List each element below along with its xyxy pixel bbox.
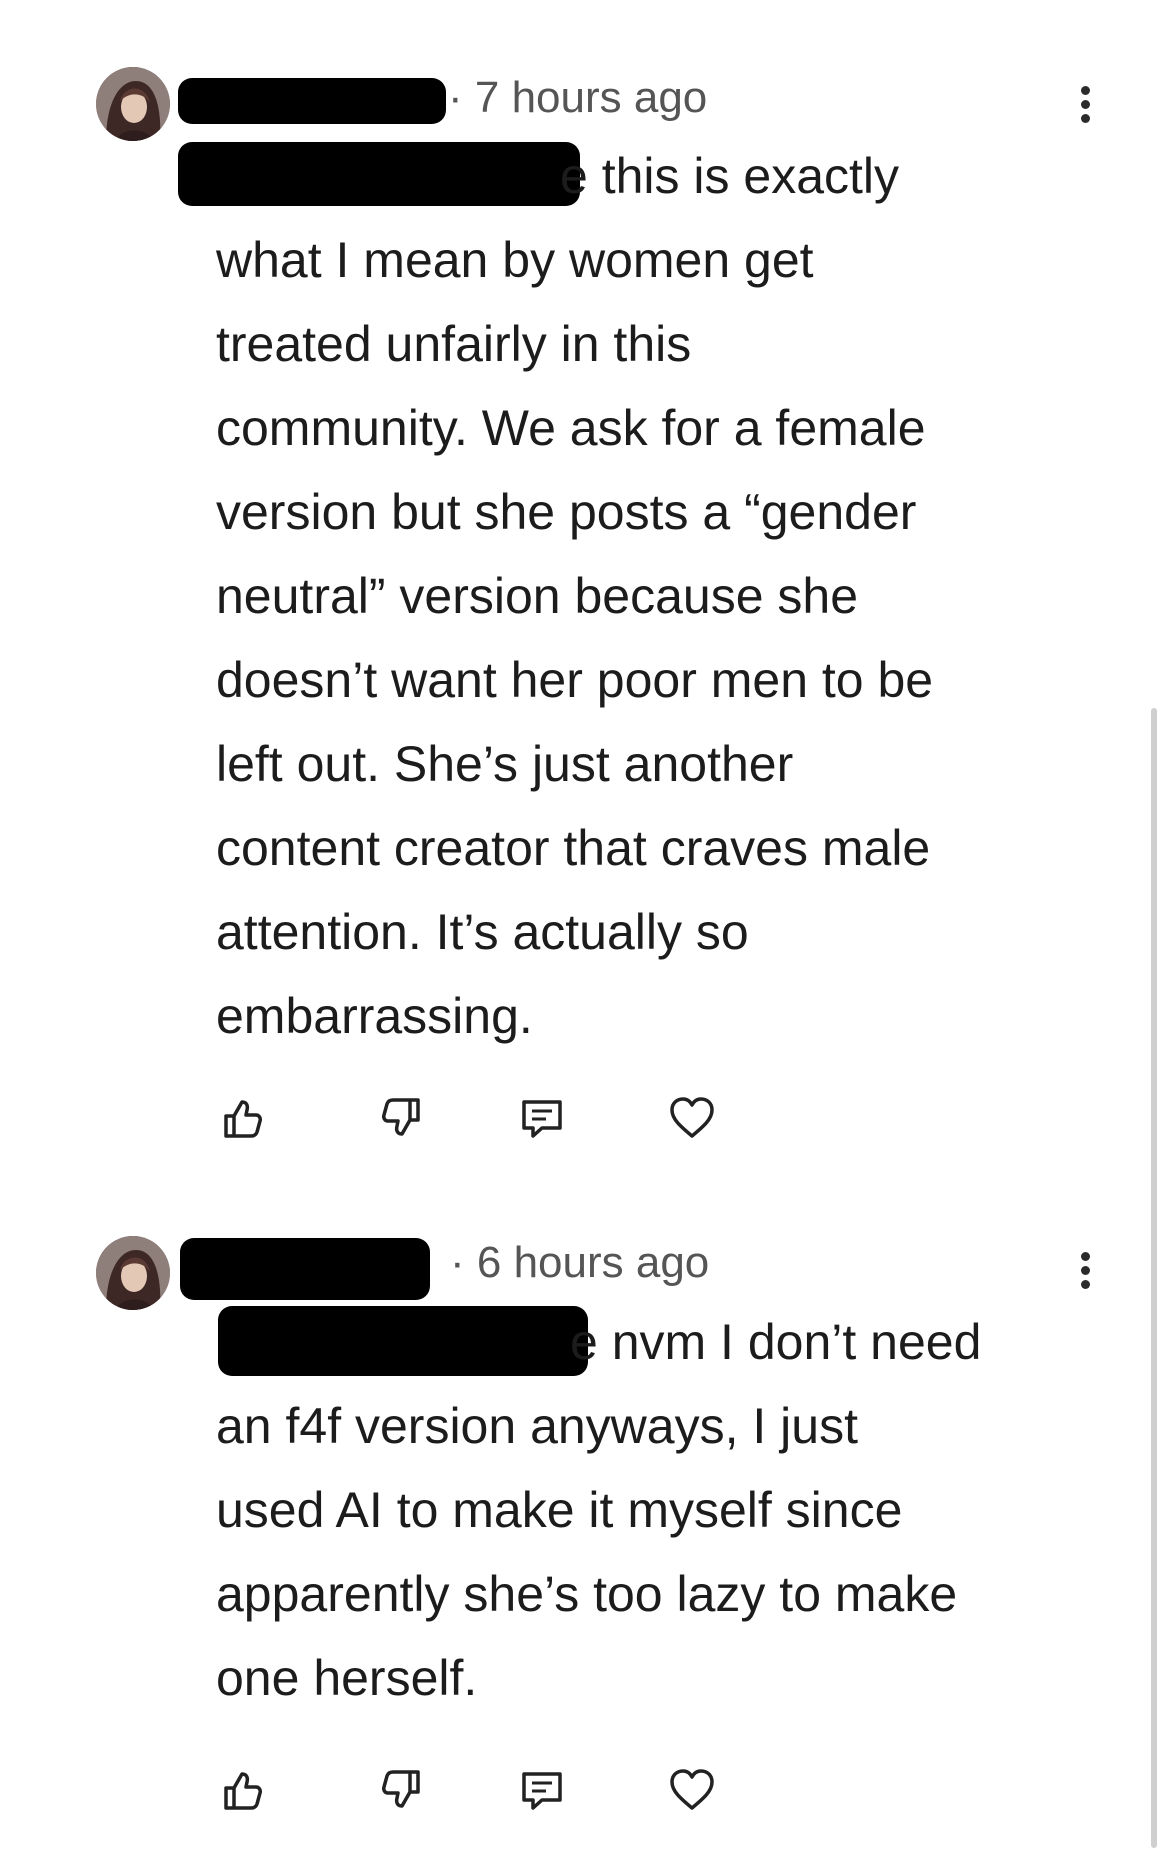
more-options-icon[interactable]	[1074, 1252, 1096, 1296]
avatar[interactable]	[96, 1236, 170, 1310]
comment-2: · 6 hours ago e nvm I don’t need an f4f …	[0, 0, 1169, 1854]
redacted-mention	[218, 1306, 588, 1376]
avatar-image	[96, 1236, 170, 1310]
dislike-button[interactable]	[376, 1764, 428, 1816]
comment-first-line: e nvm I don’t need	[570, 1314, 982, 1370]
scrollbar[interactable]	[1151, 708, 1157, 1848]
comment-body: an f4f version anyways, I just used AI t…	[216, 1398, 958, 1706]
redacted-username	[180, 1238, 430, 1300]
heart-button[interactable]	[666, 1764, 718, 1816]
comment-icon	[522, 1772, 562, 1810]
heart-icon	[670, 1769, 714, 1810]
thumbs-up-icon	[224, 1772, 262, 1810]
comment-actions	[216, 1764, 736, 1816]
comments-screen: { "comments": [ { "timestamp": "· 7 hour…	[0, 0, 1169, 1854]
like-button[interactable]	[216, 1764, 268, 1816]
thumbs-down-icon	[382, 1770, 420, 1808]
comment-timestamp: · 6 hours ago	[450, 1238, 710, 1287]
reply-button[interactable]	[516, 1764, 568, 1816]
